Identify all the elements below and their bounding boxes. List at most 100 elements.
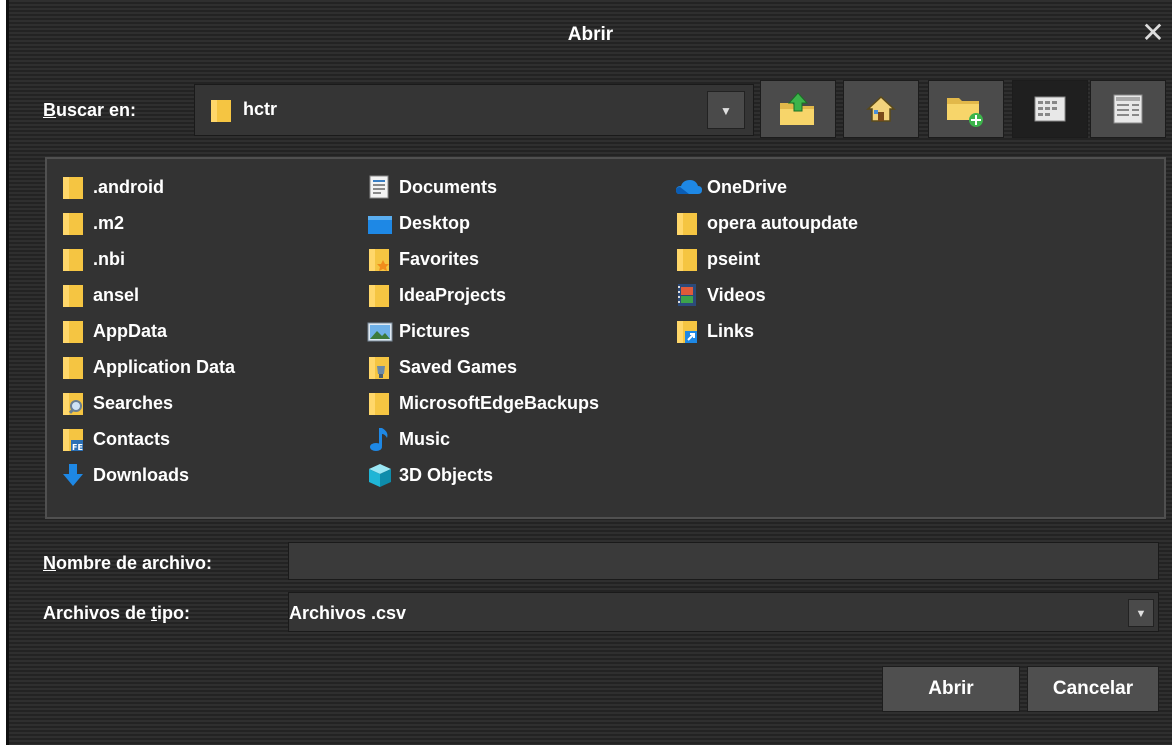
filename-label: Nombre de archivo: (43, 553, 212, 574)
file-item-label: Searches (93, 392, 174, 413)
look-in-label: Buscar en: (43, 100, 136, 121)
filetype-dropdown-button[interactable]: ▼ (1128, 599, 1154, 627)
file-item-label: MicrosoftEdgeBackups (399, 392, 600, 413)
filename-input[interactable] (288, 542, 1159, 580)
videos-icon (675, 282, 699, 308)
file-item[interactable]: pseint (675, 241, 858, 277)
documents-icon (367, 174, 391, 200)
file-list-column: .android .m2 .nbi ansel AppData Application D… (61, 169, 235, 493)
favorites-folder-icon (367, 246, 391, 272)
up-one-level-button[interactable] (760, 80, 836, 138)
filetype-value: Archivos .csv (289, 603, 407, 623)
music-icon (367, 426, 391, 452)
look-in-combobox[interactable]: hctr ▼ (194, 84, 754, 136)
filename-label-rest: ombre de archivo: (56, 553, 213, 573)
file-item[interactable]: Saved Games (367, 349, 599, 385)
folder-icon (61, 246, 85, 272)
filetype-combobox[interactable]: Archivos .csv ▼ (288, 592, 1159, 632)
file-item-label: AppData (93, 320, 168, 341)
filetype-label: Archivos de tipo: (43, 603, 190, 624)
file-item-label: ansel (93, 284, 140, 305)
file-item-label: .m2 (93, 212, 125, 233)
file-item[interactable]: Documents (367, 169, 599, 205)
file-item[interactable]: OneDrive (675, 169, 858, 205)
open-file-dialog: Abrir ✕ Buscar en: hctr ▼ .android .m2 .… (6, 0, 1172, 745)
file-item-label: IdeaProjects (399, 284, 507, 305)
file-item[interactable]: .nbi (61, 241, 235, 277)
file-item-label: Favorites (399, 248, 480, 269)
file-item[interactable]: Desktop (367, 205, 599, 241)
file-item-label: Desktop (399, 212, 471, 233)
open-button[interactable]: Abrir (882, 666, 1020, 712)
file-item-label: Music (399, 428, 451, 449)
file-item[interactable]: FE Contacts (61, 421, 235, 457)
file-item-label: Links (707, 320, 755, 341)
list-view-button[interactable] (1012, 80, 1088, 138)
links-folder-icon (675, 318, 699, 344)
file-item-label: .nbi (93, 248, 125, 269)
file-item[interactable]: MicrosoftEdgeBackups (367, 385, 599, 421)
file-item-label: Application Data (93, 356, 236, 377)
title-bar[interactable]: Abrir ✕ (9, 0, 1172, 74)
file-item-label: Contacts (93, 428, 171, 449)
new-folder-button[interactable] (928, 80, 1004, 138)
folder-icon (209, 97, 233, 123)
folder-icon (61, 210, 85, 236)
file-item[interactable]: Links (675, 313, 858, 349)
file-list-column: OneDrive opera autoupdate pseint Videos Link… (675, 169, 858, 349)
chevron-down-icon: ▼ (1135, 608, 1147, 620)
saved-games-icon (367, 354, 391, 380)
3d-objects-icon (367, 462, 391, 488)
folder-icon (61, 282, 85, 308)
filetype-label-part2: ipo: (157, 603, 191, 623)
look-in-label-rest: uscar en: (56, 100, 137, 120)
folder-icon (367, 282, 391, 308)
home-button[interactable] (843, 80, 919, 138)
file-item[interactable]: Application Data (61, 349, 235, 385)
file-item[interactable]: Downloads (61, 457, 235, 493)
file-item-label: opera autoupdate (707, 212, 859, 233)
file-item-label: Documents (399, 176, 498, 197)
file-item[interactable]: 3D Objects (367, 457, 599, 493)
file-item[interactable]: AppData (61, 313, 235, 349)
file-item[interactable]: Searches (61, 385, 235, 421)
file-item-label: Saved Games (399, 356, 518, 377)
file-item[interactable]: Favorites (367, 241, 599, 277)
searches-folder-icon (61, 390, 85, 416)
dialog-title: Abrir (567, 24, 614, 45)
file-item[interactable]: Videos (675, 277, 858, 313)
desktop-icon (367, 210, 392, 236)
file-item[interactable]: Pictures (367, 313, 599, 349)
filetype-label-part1: Archivos de (43, 603, 152, 623)
file-item-label: Pictures (399, 320, 471, 341)
folder-icon (367, 390, 391, 416)
look-in-value: hctr (243, 99, 278, 119)
file-item-label: OneDrive (707, 176, 788, 197)
file-item-label: 3D Objects (399, 464, 494, 485)
pictures-icon (367, 318, 393, 344)
file-item[interactable]: Music (367, 421, 599, 457)
cancel-button[interactable]: Cancelar (1027, 666, 1159, 712)
filename-mnemonic: N (43, 553, 56, 573)
file-item[interactable]: opera autoupdate (675, 205, 858, 241)
folder-icon (675, 246, 699, 272)
onedrive-icon (675, 174, 702, 200)
file-item[interactable]: ansel (61, 277, 235, 313)
file-item-label: Downloads (93, 464, 190, 485)
details-view-button[interactable] (1090, 80, 1166, 138)
file-item-label: .android (93, 176, 164, 197)
file-item-label: pseint (707, 248, 761, 269)
contacts-folder-icon: FE (61, 426, 85, 452)
file-item[interactable]: .android (61, 169, 235, 205)
file-list[interactable]: .android .m2 .nbi ansel AppData Application D… (45, 157, 1166, 519)
file-list-column: Documents Desktop Favorites IdeaProjects Pic… (367, 169, 599, 493)
look-in-dropdown-button[interactable]: ▼ (707, 91, 745, 129)
chevron-down-icon: ▼ (720, 104, 732, 118)
file-item-label: Videos (707, 284, 766, 305)
file-item[interactable]: IdeaProjects (367, 277, 599, 313)
file-item[interactable]: .m2 (61, 205, 235, 241)
close-button[interactable]: ✕ (1140, 18, 1166, 48)
svg-text:FE: FE (72, 443, 83, 452)
folder-icon (61, 318, 85, 344)
folder-icon (61, 354, 85, 380)
